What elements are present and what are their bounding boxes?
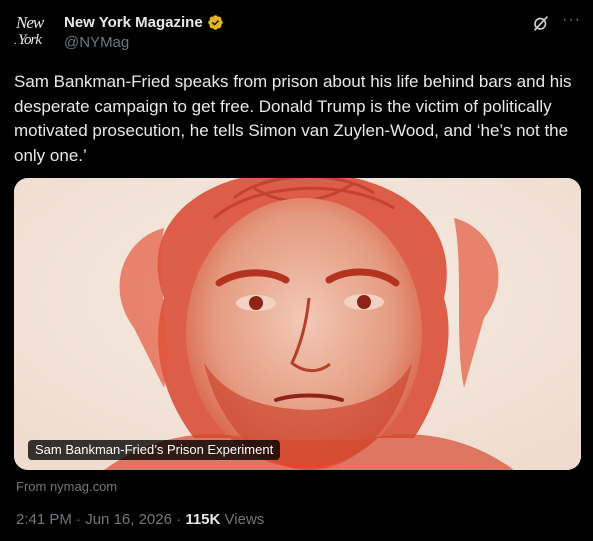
card-title[interactable]: Sam Bankman-Fried’s Prison Experiment: [28, 440, 281, 460]
tweet-date[interactable]: Jun 16, 2026: [85, 511, 172, 528]
avatar-text-new: New: [16, 13, 44, 32]
tweet-time[interactable]: 2:41 PM: [16, 511, 72, 528]
portrait-illustration: [14, 178, 581, 470]
views-count[interactable]: 115K: [185, 511, 220, 528]
card-source[interactable]: From nymag.com: [16, 479, 117, 494]
author-name-row: New York Magazine: [64, 14, 224, 31]
meta-separator: ·: [176, 511, 182, 528]
views-label: Views: [224, 511, 265, 528]
more-options-icon[interactable]: ···: [562, 11, 581, 29]
verified-badge-icon: [207, 15, 223, 30]
avatar[interactable]: New · York: [14, 12, 54, 52]
tweet: New · York New York Magazine @NYMag ··· …: [0, 0, 593, 541]
avatar-text-york: York: [18, 32, 42, 48]
meta-separator: ·: [76, 511, 82, 528]
author-display-name[interactable]: New York Magazine: [64, 14, 203, 31]
tweet-meta: 2:41 PM · Jun 16, 2026 · 115K Views: [16, 511, 264, 528]
grok-icon[interactable]: [532, 14, 550, 32]
tweet-text: Sam Bankman-Fried speaks from prison abo…: [14, 72, 572, 165]
author-handle[interactable]: @NYMag: [64, 34, 129, 51]
avatar-dot: ·: [14, 39, 17, 50]
link-card[interactable]: [14, 178, 581, 470]
